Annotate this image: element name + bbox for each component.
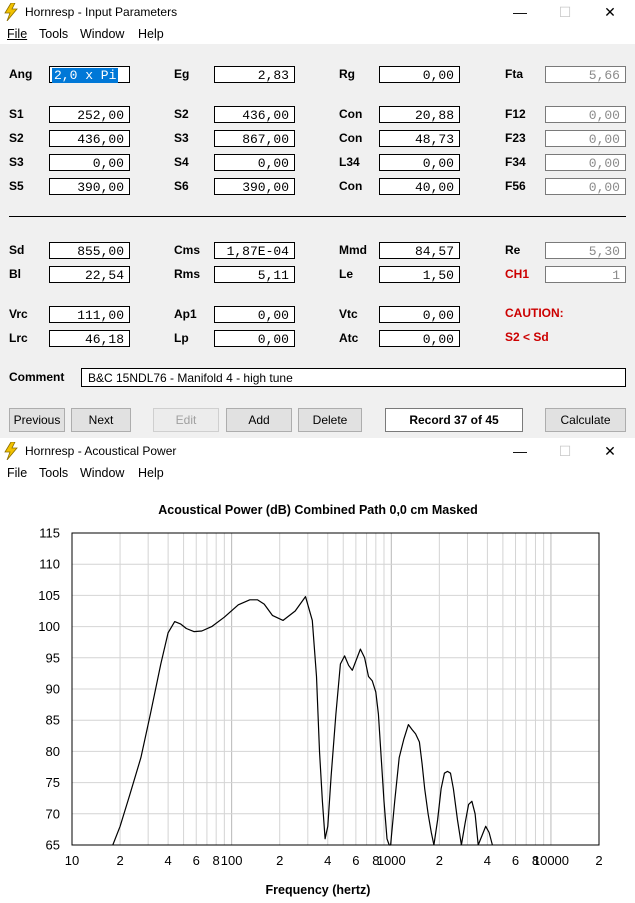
- y-tick-label: 75: [46, 775, 60, 790]
- x-tick-label: 2: [436, 853, 443, 868]
- chart-title: Acoustical Power (dB) Combined Path 0,0 …: [158, 503, 478, 517]
- y-tick-label: 95: [46, 650, 60, 665]
- x-tick-label: 2: [276, 853, 283, 868]
- x-tick-label: 8: [213, 853, 220, 868]
- x-tick-label: 4: [164, 853, 171, 868]
- y-tick-label: 100: [38, 619, 60, 634]
- y-tick-label: 65: [46, 838, 60, 853]
- y-tick-label: 90: [46, 682, 60, 697]
- x-tick-label: 6: [512, 853, 519, 868]
- y-tick-label: 85: [46, 713, 60, 728]
- y-tick-label: 115: [39, 526, 60, 541]
- x-tick-label: 10: [65, 853, 79, 868]
- y-tick-label: 80: [46, 744, 60, 759]
- x-tick-label: 2: [116, 853, 123, 868]
- x-tick-label: 4: [324, 853, 331, 868]
- x-tick-label: 6: [193, 853, 200, 868]
- x-tick-label: 100: [221, 853, 243, 868]
- x-tick-label: 6: [352, 853, 359, 868]
- y-tick-label: 110: [39, 557, 60, 572]
- x-tick-label: 4: [484, 853, 491, 868]
- x-axis-label: Frequency (hertz): [266, 883, 371, 897]
- x-tick-label: 10000: [533, 853, 569, 868]
- x-tick-label: 2: [595, 853, 602, 868]
- y-tick-label: 70: [46, 806, 60, 821]
- acoustical-power-chart: 6570758085909510010511011510 2 4 6 8 100 2 4 6 81…: [38, 503, 602, 897]
- x-tick-label: 1000: [377, 853, 406, 868]
- y-tick-label: 105: [38, 588, 60, 603]
